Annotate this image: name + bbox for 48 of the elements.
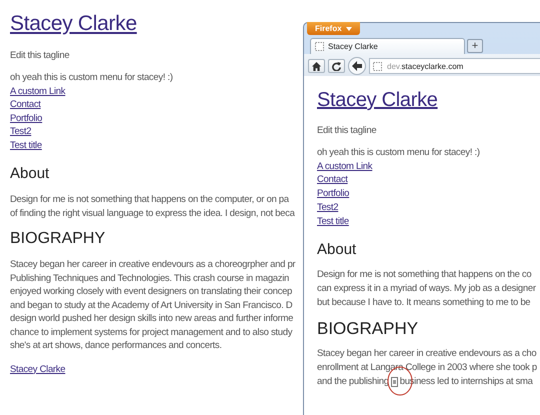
about-heading: About	[317, 241, 356, 260]
about-text: can express it in a myriad of ways. My job as a designer	[317, 282, 536, 296]
caret-icon	[346, 26, 352, 30]
biography-text: design world pushed her design skills into new areas and further informe	[10, 312, 294, 326]
new-tab-button[interactable]: +	[467, 39, 483, 53]
tagline: Edit this tagline	[10, 50, 70, 61]
address-bar[interactable]: dev.staceyclarke.com	[369, 58, 540, 74]
footer-link[interactable]: Stacey Clarke	[10, 362, 66, 376]
biography-heading: BIOGRAPHY	[10, 230, 106, 248]
biography-text: Stacey began her career in creative endevours as a choreogrpher and pr	[10, 258, 296, 272]
menu-link[interactable]: Contact	[10, 98, 41, 112]
site-title-link[interactable]: Stacey Clarke	[317, 87, 438, 113]
menu-link[interactable]: Contact	[317, 173, 348, 188]
menu-link[interactable]: Test title	[317, 214, 349, 228]
site-title-link[interactable]: Stacey Clarke	[10, 11, 137, 37]
menu-link[interactable]: Test2	[10, 125, 32, 138]
home-icon	[312, 62, 321, 70]
menu-link[interactable]: Portfolio	[10, 112, 42, 125]
browser-tab[interactable]: Stacey Clarke	[310, 38, 465, 54]
biography-text: chance to implement systems for project management and to also study	[10, 326, 292, 339]
reload-icon	[332, 62, 341, 70]
menu-link[interactable]: Test title	[10, 138, 42, 152]
tagline: Edit this tagline	[317, 125, 376, 136]
home-button[interactable]	[308, 59, 325, 73]
biography-text: enrollment at Langara College in 2003 where she took p	[317, 361, 537, 376]
biography-heading: BIOGRAPHY	[317, 320, 418, 338]
menu-link[interactable]: Portfolio	[317, 187, 350, 201]
menu-link[interactable]: A custom Link	[317, 160, 372, 174]
page-icon	[373, 62, 382, 70]
biography-text: enjoyed working closely with event designers on translating their concep	[10, 285, 292, 298]
back-button[interactable]	[348, 57, 366, 75]
about-text: Design for me is not something that happens on the computer, or on pa	[10, 193, 289, 206]
about-text: Design for me is not something that happens on the co	[317, 268, 532, 282]
page-icon	[315, 42, 324, 51]
menu-link[interactable]: A custom Link	[10, 84, 66, 98]
menu-link[interactable]: Test2	[317, 200, 338, 215]
about-heading: About	[10, 165, 50, 183]
reload-button[interactable]	[328, 59, 345, 73]
biography-text: Publishing Techniques and Technologies. This crash course in magazin	[10, 272, 290, 285]
about-text: but because I have to. It means something to me to be	[317, 296, 530, 310]
biography-text: she's at art shows, dance performances and concerts.	[10, 339, 222, 352]
missing-glyph-icon	[390, 377, 398, 388]
about-text: of finding the right visual language to express the idea. I design, not beca	[10, 206, 295, 220]
biography-text: and began to study at the Academy of Art University in San Francisco. D	[10, 298, 292, 312]
menu-intro: oh yeah this is custom menu for stacey! :)	[10, 71, 173, 84]
back-arrow-icon	[352, 61, 362, 71]
biography-text: Stacey began her career in creative endevours as a cho	[317, 347, 536, 362]
menu-intro: oh yeah this is custom menu for stacey! :)	[317, 146, 480, 160]
